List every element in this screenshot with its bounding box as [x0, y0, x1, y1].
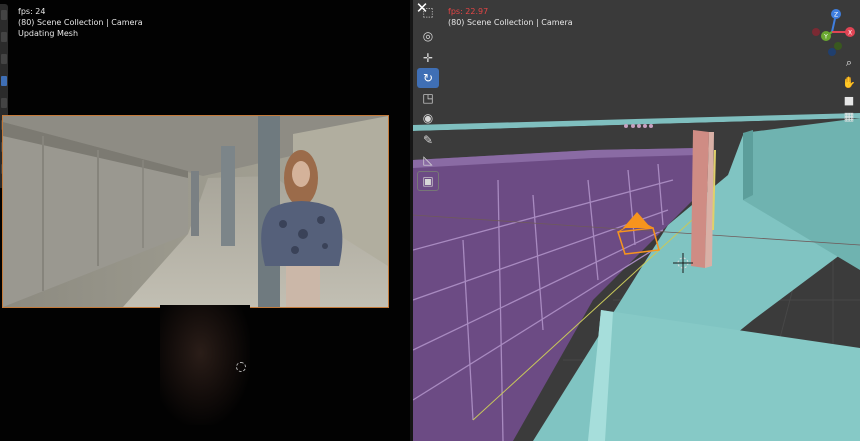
navigation-gizmo[interactable]: Z X Y: [806, 6, 858, 58]
camera-viewport[interactable]: fps: 24 (80) Scene Collection | Camera U…: [0, 0, 410, 441]
scale-icon[interactable]: ◳: [417, 88, 439, 108]
hand-pan-icon[interactable]: ✋: [840, 74, 858, 92]
scene-collection-label: (80) Scene Collection | Camera: [448, 18, 573, 27]
scale-icon[interactable]: [1, 98, 7, 108]
measure-icon[interactable]: ◺: [417, 150, 439, 170]
fps-readout: fps: 22.97: [448, 7, 489, 16]
select-box-icon[interactable]: [1, 10, 7, 20]
annotate-icon[interactable]: ✎: [417, 130, 439, 150]
cursor-icon[interactable]: ◎: [417, 26, 439, 46]
fps-readout: fps: 24: [18, 7, 46, 16]
neg-y-handle: [834, 42, 842, 50]
x-axis-label: X: [848, 30, 852, 37]
brush-cursor-icon: [236, 362, 246, 372]
rotate-icon[interactable]: [1, 76, 7, 86]
y-axis-label: Y: [823, 34, 828, 41]
subway-render-image: [3, 116, 388, 307]
scene-wireframe: [413, 0, 860, 441]
scene-collection-label: (80) Scene Collection | Camera: [18, 18, 143, 27]
neg-x-handle: [812, 28, 820, 36]
cursor-icon[interactable]: [1, 32, 7, 42]
rotate-icon[interactable]: ↻: [417, 68, 439, 88]
neg-z-handle: [828, 48, 836, 56]
status-text: Updating Mesh: [18, 29, 79, 38]
3d-viewport[interactable]: fps: 22.97 (80) Scene Collection | Camer…: [413, 0, 860, 441]
z-axis-label: Z: [834, 12, 838, 19]
zoom-icon[interactable]: ⌕: [840, 54, 858, 72]
move-icon[interactable]: ✛: [417, 48, 439, 68]
grid-view-icon[interactable]: ▦: [840, 108, 858, 126]
add-cube-icon[interactable]: ▣: [417, 171, 439, 191]
move-icon[interactable]: [1, 54, 7, 64]
close-icon[interactable]: ✕: [412, 0, 432, 16]
transform-icon[interactable]: ◉: [417, 108, 439, 128]
camera-render-frame: [2, 115, 389, 308]
